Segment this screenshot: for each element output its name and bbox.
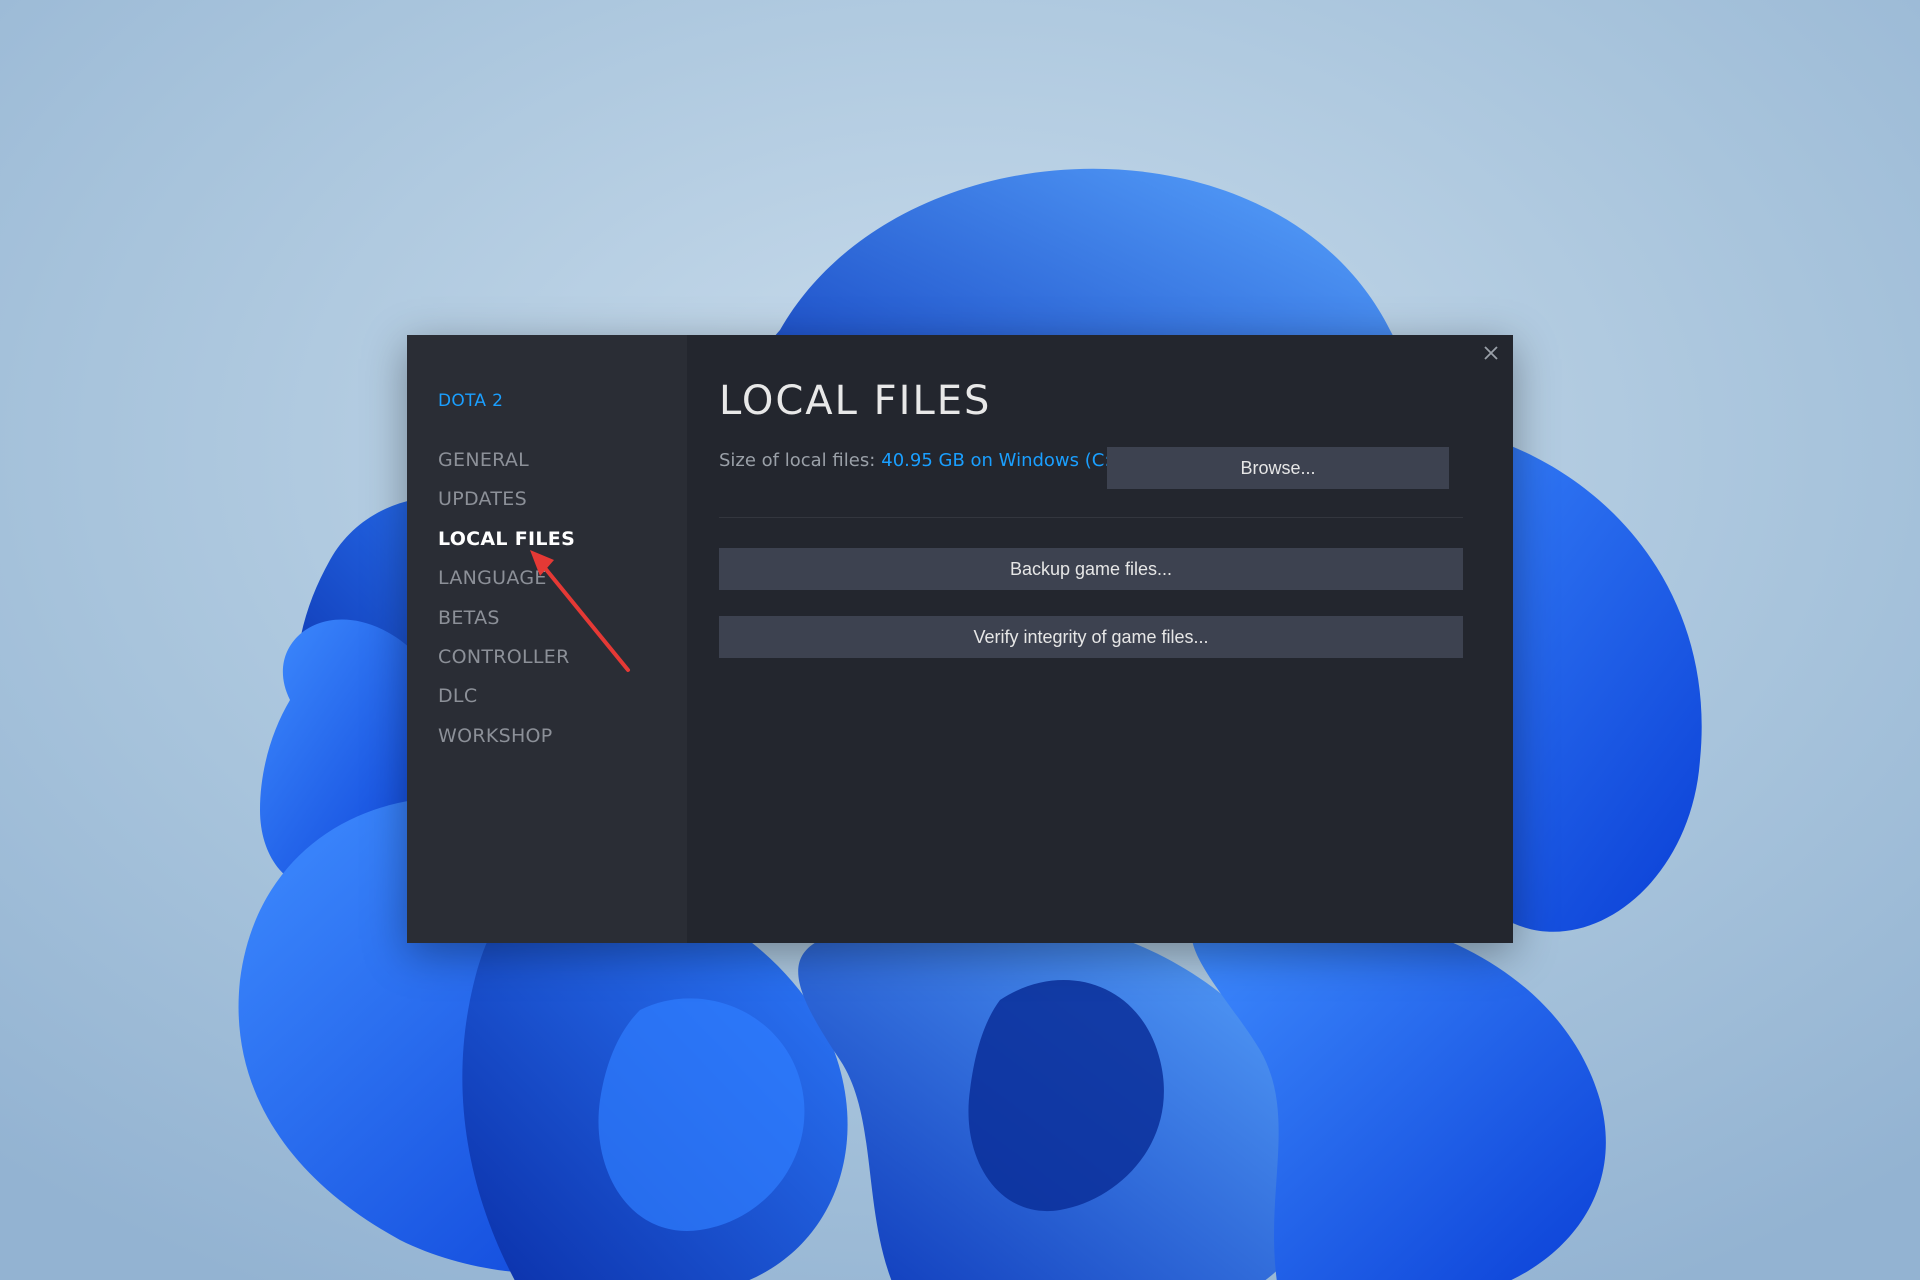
section-divider: [719, 517, 1463, 518]
sidebar-item-general[interactable]: GENERAL: [438, 441, 687, 480]
sidebar-item-updates[interactable]: UPDATES: [438, 480, 687, 519]
page-title: LOCAL FILES: [719, 378, 992, 424]
size-label: Size of local files:: [719, 449, 876, 471]
browse-button[interactable]: Browse...: [1107, 447, 1449, 489]
close-button[interactable]: [1479, 341, 1503, 365]
verify-integrity-button[interactable]: Verify integrity of game files...: [719, 616, 1463, 658]
sidebar-item-dlc[interactable]: DLC: [438, 677, 687, 716]
backup-game-files-button[interactable]: Backup game files...: [719, 548, 1463, 590]
game-title: DOTA 2: [438, 391, 504, 411]
sidebar-item-workshop[interactable]: WORKSHOP: [438, 717, 687, 756]
annotation-arrow-icon: [530, 550, 630, 672]
local-files-panel: LOCAL FILES Size of local files: 40.95 G…: [687, 335, 1513, 943]
close-icon: [1484, 346, 1498, 360]
size-value-link[interactable]: 40.95 GB on Windows (C:): [881, 450, 1117, 471]
